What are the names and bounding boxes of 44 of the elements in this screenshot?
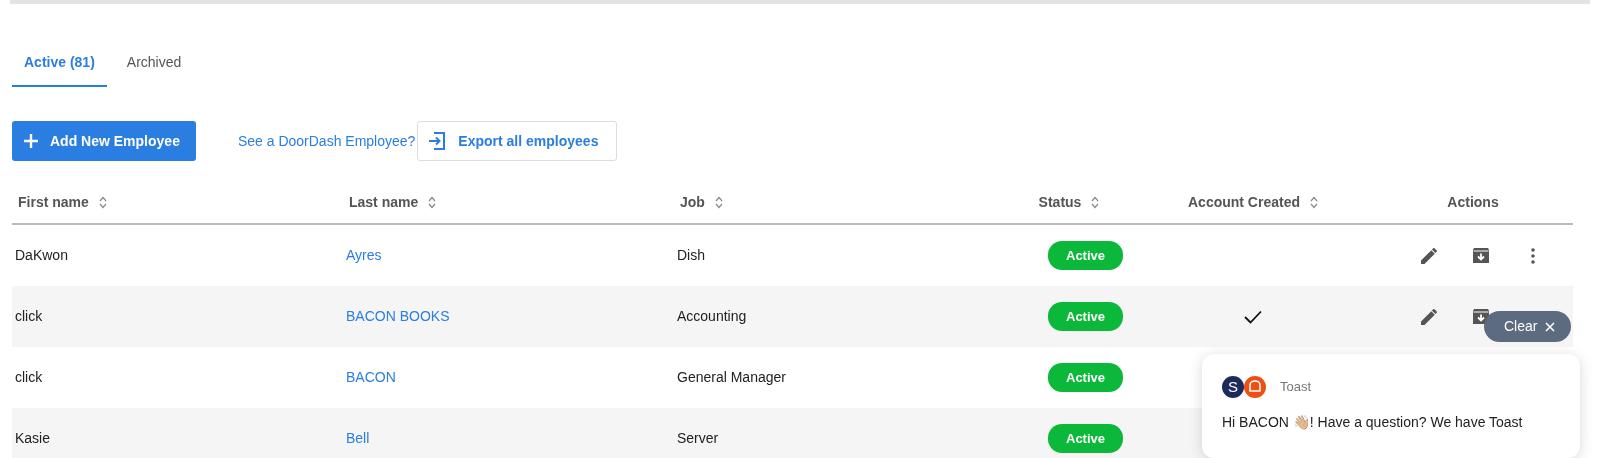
- column-header: First name: [18, 192, 89, 212]
- archive-icon[interactable]: [1471, 245, 1491, 266]
- tab[interactable]: Active (81): [12, 48, 107, 87]
- archive-icon[interactable]: [1471, 306, 1491, 327]
- table-cell: General Manager: [677, 369, 786, 385]
- edit-icon[interactable]: [1419, 245, 1439, 266]
- table-cell: Dish: [677, 247, 705, 263]
- table-cell: Accounting: [677, 308, 747, 324]
- avatar: S: [1222, 376, 1244, 398]
- clear-toast[interactable]: Clear: [1484, 311, 1572, 342]
- employee-link[interactable]: BACON: [346, 369, 396, 385]
- tab[interactable]: Archived: [114, 48, 194, 87]
- employee-link[interactable]: BACON BOOKS: [346, 308, 450, 324]
- doordash-link[interactable]: See a DoorDash Employee?: [237, 130, 416, 152]
- edit-icon[interactable]: [1419, 306, 1439, 327]
- export-icon: [428, 132, 447, 150]
- add-employee-button[interactable]: Add New Employee: [12, 121, 196, 161]
- column-header: Status: [1038, 192, 1082, 212]
- table-cell: Kasie: [15, 430, 51, 446]
- column-header: Actions: [1447, 192, 1499, 212]
- employee-link[interactable]: Ayres: [346, 247, 382, 263]
- table-cell: DaKwon: [15, 247, 68, 263]
- status-badge: Active: [1048, 423, 1124, 454]
- export-button[interactable]: Export all employees: [417, 121, 618, 161]
- sort-icon[interactable]: [428, 195, 437, 209]
- column-header: Job: [680, 192, 705, 212]
- table-cell: click: [15, 308, 43, 324]
- plus-icon: [24, 134, 38, 148]
- sort-icon[interactable]: [98, 195, 107, 209]
- status-badge: Active: [1048, 362, 1124, 393]
- status-badge: Active: [1048, 301, 1124, 332]
- chat-logo-icon: [1244, 376, 1266, 398]
- sender-name: Toast: [1280, 378, 1312, 397]
- chat-message: Hi BACON 👋🏼! Have a question? We have Toast: [1222, 413, 1524, 432]
- status-badge: Active: [1048, 240, 1124, 271]
- table-cell: click: [15, 369, 43, 385]
- employee-link[interactable]: Bell: [346, 430, 370, 446]
- sort-icon[interactable]: [714, 195, 723, 209]
- sort-icon[interactable]: [1091, 195, 1100, 209]
- column-header: Account Created: [1188, 192, 1300, 212]
- close-icon: [1545, 321, 1556, 332]
- sort-icon[interactable]: [1310, 195, 1318, 209]
- table-cell: Server: [677, 430, 719, 446]
- column-header: Last name: [349, 192, 419, 212]
